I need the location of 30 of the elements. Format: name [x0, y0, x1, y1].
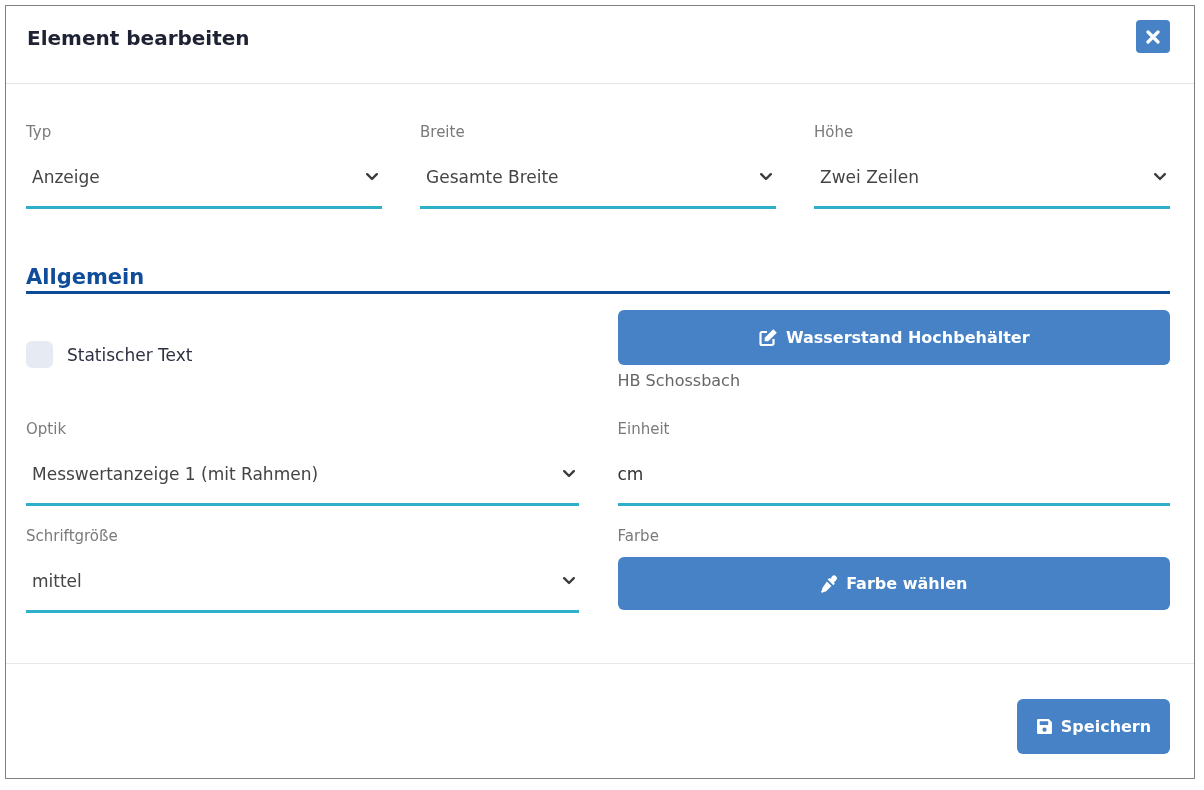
field-label: Farbe: [617, 526, 659, 546]
dropdown[interactable]: Messwertanzeige 1 (mit Rahmen): [26, 445, 579, 506]
edit-button[interactable]: Wasserstand Hochbehälter: [617, 310, 1170, 365]
close-button[interactable]: [1136, 20, 1170, 53]
field-label: Typ: [26, 122, 52, 142]
chevron-down-icon: [366, 173, 378, 181]
field-label: Breite: [420, 122, 465, 142]
field-label: Höhe: [814, 122, 854, 142]
dropdown[interactable]: Zwei Zeilen: [814, 148, 1170, 209]
chevron-down-icon: [1154, 173, 1166, 181]
field-label: Einheit: [617, 419, 670, 439]
chevron-down-icon: [562, 470, 575, 478]
dialog-title: Element bearbeiten: [27, 25, 250, 50]
eyedropper-icon: [820, 574, 839, 593]
edit-icon: [757, 327, 778, 348]
dropdown[interactable]: Gesamte Breite: [420, 148, 776, 209]
checkbox-label: Statischer Text: [67, 344, 193, 365]
section-heading: Allgemein: [26, 263, 1170, 294]
dropdown[interactable]: Anzeige: [26, 148, 382, 209]
caption-text: HB Schossbach: [617, 371, 741, 391]
save-button[interactable]: Speichern: [1017, 699, 1170, 754]
chevron-down-icon: [760, 173, 772, 181]
dropdown[interactable]: mittel: [26, 552, 579, 613]
input-field[interactable]: cm: [617, 445, 1170, 506]
chevron-down-icon: [562, 577, 575, 585]
field-label: Schriftgröße: [26, 526, 118, 546]
checkbox[interactable]: [26, 341, 53, 368]
close-icon: [1146, 29, 1160, 44]
color-button[interactable]: Farbe wählen: [617, 557, 1170, 610]
field-label: Optik: [26, 419, 67, 439]
